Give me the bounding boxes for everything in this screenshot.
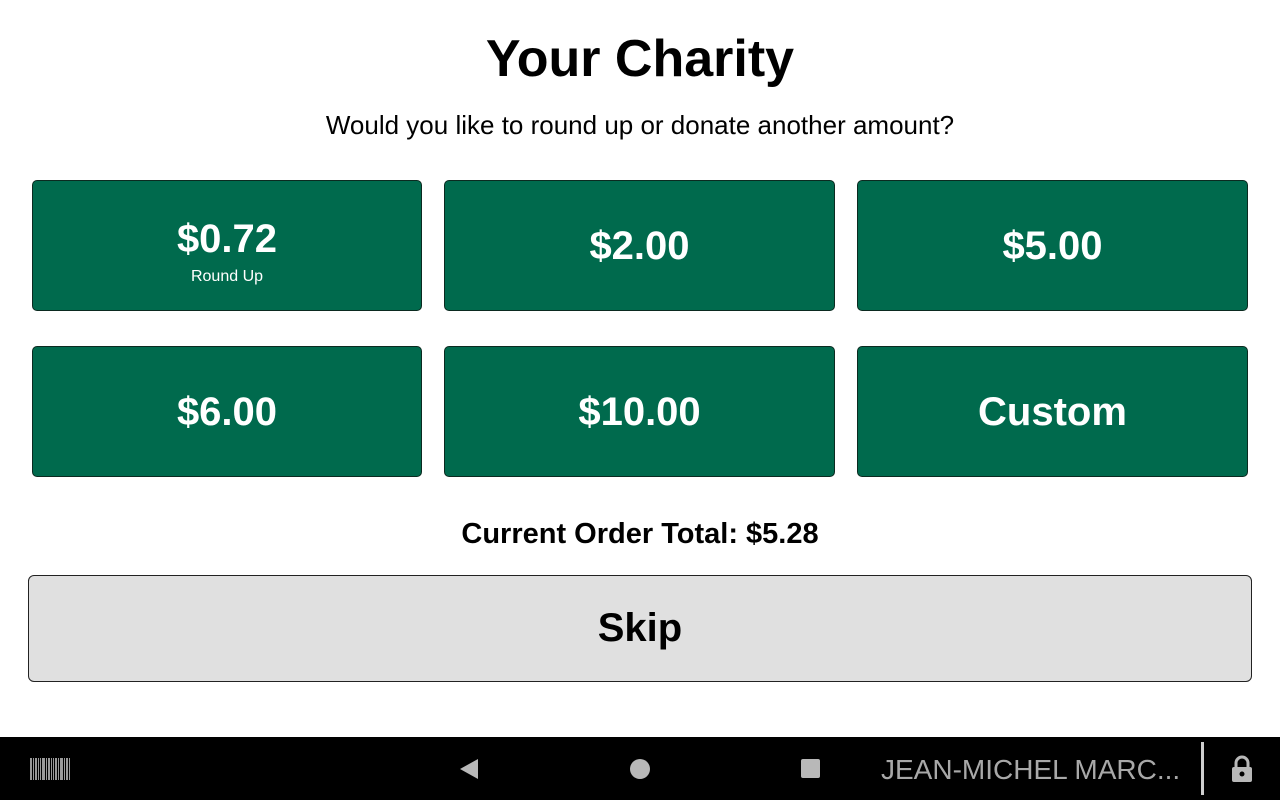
round-up-button[interactable]: $0.72 Round Up <box>32 180 422 311</box>
amount-label: $5.00 <box>1002 223 1103 268</box>
barcode-icon[interactable] <box>30 758 70 780</box>
amount-label: Custom <box>978 389 1127 434</box>
custom-amount-button[interactable]: Custom <box>857 346 1248 477</box>
amount-label: $2.00 <box>589 223 690 268</box>
amount-label: $0.72 <box>176 216 278 261</box>
system-navigation-bar: JEAN-MICHEL MARC... <box>0 737 1280 800</box>
skip-button[interactable]: Skip <box>28 575 1252 682</box>
amount-label: $10.00 <box>578 389 701 434</box>
charity-donation-screen: Your Charity Would you like to round up … <box>0 0 1280 800</box>
logged-in-user-name: JEAN-MICHEL MARC... <box>881 754 1181 785</box>
navbar-divider <box>1201 742 1204 795</box>
page-subtitle: Would you like to round up or donate ano… <box>325 110 955 140</box>
order-total: Current Order Total: $5.28 <box>461 518 819 550</box>
donation-amount-grid: $0.72 Round Up $2.00 $5.00 $6.00 $10.00 … <box>32 180 1248 477</box>
page-title: Your Charity <box>485 30 795 88</box>
home-icon[interactable] <box>630 759 650 779</box>
donate-5-button[interactable]: $5.00 <box>857 180 1248 311</box>
recents-icon[interactable] <box>801 759 820 778</box>
lock-icon[interactable] <box>1230 755 1254 783</box>
round-up-sublabel: Round Up <box>190 267 264 285</box>
back-icon[interactable] <box>458 758 480 780</box>
donate-2-button[interactable]: $2.00 <box>444 180 835 311</box>
donate-10-button[interactable]: $10.00 <box>444 346 835 477</box>
amount-label: $6.00 <box>176 389 278 434</box>
donate-6-button[interactable]: $6.00 <box>32 346 422 477</box>
